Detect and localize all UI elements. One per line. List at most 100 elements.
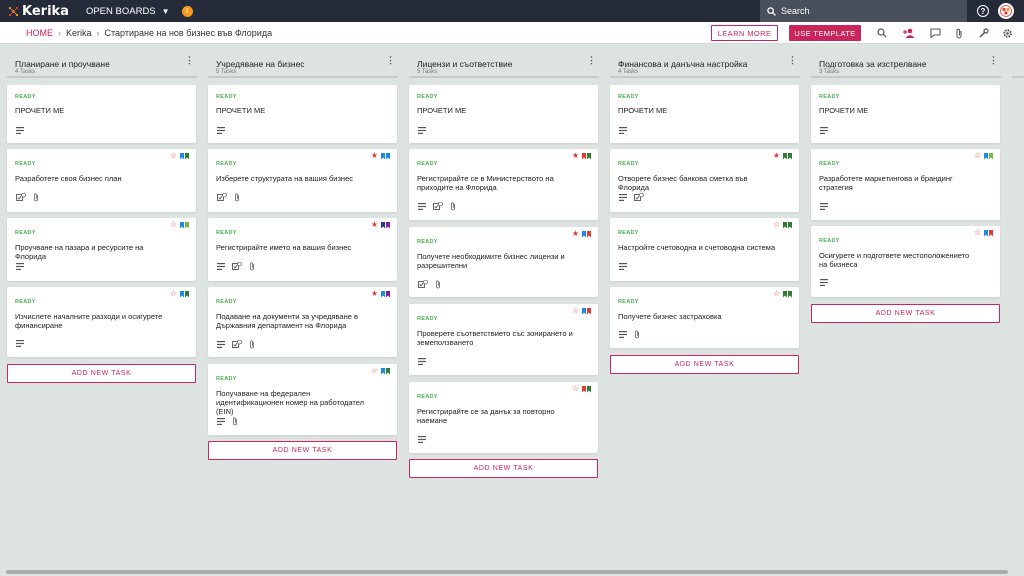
bookmark-icon: [185, 221, 189, 229]
star-outline-icon[interactable]: ☆: [170, 290, 177, 298]
avatar[interactable]: [998, 3, 1014, 19]
add-new-task-button[interactable]: ADD NEW TASK: [208, 441, 397, 460]
more-vertical-icon[interactable]: ⋮: [185, 56, 194, 65]
search-box[interactable]: Search: [760, 0, 967, 22]
add-new-task-button[interactable]: ADD NEW TASK: [610, 355, 799, 374]
star-outline-icon[interactable]: ☆: [572, 385, 579, 393]
task-card[interactable]: ☆ READY Осигурете и подгответе местополо…: [811, 226, 1000, 297]
card-flags: ★: [371, 221, 390, 229]
task-card[interactable]: ★ READY Регистрирайте името на вашия биз…: [208, 218, 397, 281]
star-outline-icon[interactable]: ☆: [371, 367, 378, 375]
card-flags: ☆: [170, 221, 189, 229]
breadcrumb-org[interactable]: Kerika: [66, 28, 92, 38]
task-card[interactable]: ★ READY Подаване на документи за учредяв…: [208, 287, 397, 357]
attachment-icon: [450, 202, 456, 211]
card-icons: [820, 279, 835, 286]
column-partial: [1012, 44, 1024, 78]
column-incorporation: Учредяване на бизнес 5 Tasks ⋮: [208, 44, 398, 78]
task-card[interactable]: ★ READY Регистрирайте се в Министерствот…: [409, 149, 598, 220]
star-outline-icon[interactable]: ☆: [974, 152, 981, 160]
task-card[interactable]: ☆ READY Получаване на федерален идентифи…: [208, 364, 397, 435]
learn-more-button[interactable]: LEARN MORE: [711, 25, 778, 41]
task-card[interactable]: ★ READY Изберете структурата на вашия би…: [208, 149, 397, 212]
task-card[interactable]: ★ READY Получете необходимите бизнес лиц…: [409, 227, 598, 297]
star-outline-icon[interactable]: ☆: [170, 221, 177, 229]
chevron-right-icon: ›: [96, 27, 100, 38]
task-title: ПРОЧЕТИ МЕ: [15, 106, 65, 115]
more-vertical-icon[interactable]: ⋮: [989, 56, 998, 65]
column-task-count: 4 Tasks: [15, 69, 36, 75]
task-card[interactable]: ☆ READY Регистрирайте се за данък за пов…: [409, 382, 598, 453]
bookmark-icon: [386, 221, 390, 229]
card-icons: [820, 127, 835, 134]
task-title: Регистрирайте името на вашия бизнес: [216, 243, 352, 252]
task-title: Разработете маркетингова и брандинг стра…: [819, 174, 953, 192]
bookmark-icon: [381, 367, 385, 375]
task-card[interactable]: READY ПРОЧЕТИ МЕ: [811, 85, 1000, 143]
star-outline-icon[interactable]: ☆: [170, 152, 177, 160]
status-badge: READY: [417, 239, 438, 245]
star-outline-icon[interactable]: ☆: [773, 290, 780, 298]
open-boards-menu[interactable]: OPEN BOARDS ▼: [86, 6, 170, 17]
task-card[interactable]: ☆ READY Проверете съответствието със зон…: [409, 304, 598, 375]
tools-icon[interactable]: [977, 27, 989, 39]
add-new-task-button[interactable]: ADD NEW TASK: [7, 364, 196, 383]
bookmark-icon: [783, 221, 787, 229]
status-badge: READY: [618, 161, 639, 167]
card-icons: [217, 262, 262, 271]
search-board-icon[interactable]: [876, 27, 888, 39]
description-icon: [619, 194, 627, 201]
add-person-icon[interactable]: [903, 27, 915, 39]
search-input[interactable]: Search: [781, 6, 810, 16]
task-card[interactable]: ☆ READY Настройте счетоводна и счетоводн…: [610, 218, 799, 281]
task-card[interactable]: READY ПРОЧЕТИ МЕ: [409, 85, 598, 143]
star-filled-icon[interactable]: ★: [371, 290, 378, 298]
add-new-task-button[interactable]: ADD NEW TASK: [811, 304, 1000, 323]
task-card[interactable]: READY ПРОЧЕТИ МЕ: [7, 85, 196, 143]
star-filled-icon[interactable]: ★: [572, 152, 579, 160]
use-template-button[interactable]: USE TEMPLATE: [789, 25, 861, 41]
description-icon: [619, 127, 627, 134]
task-card[interactable]: ☆ READY Проучване на пазара и ресурсите …: [7, 218, 196, 281]
attachment-icon: [33, 193, 39, 202]
attachment-icon: [249, 340, 255, 349]
star-outline-icon[interactable]: ☆: [773, 221, 780, 229]
star-filled-icon[interactable]: ★: [572, 230, 579, 238]
attachment-icon[interactable]: [953, 27, 965, 39]
card-icons: [217, 340, 262, 349]
status-badge: READY: [15, 299, 36, 305]
star-filled-icon[interactable]: ★: [371, 152, 378, 160]
star-outline-icon[interactable]: ☆: [974, 229, 981, 237]
bookmark-icon: [587, 230, 591, 238]
card-icons: [16, 193, 46, 202]
task-title: Получаване на федерален идентификационен…: [216, 389, 365, 416]
task-card[interactable]: READY ПРОЧЕТИ МЕ: [208, 85, 397, 143]
add-new-task-button[interactable]: ADD NEW TASK: [409, 459, 598, 478]
open-boards-label: OPEN BOARDS: [85, 5, 156, 17]
card-flags: ★: [371, 290, 390, 298]
star-filled-icon[interactable]: ★: [371, 221, 378, 229]
breadcrumb-home[interactable]: HOME: [26, 28, 53, 38]
more-vertical-icon[interactable]: ⋮: [587, 56, 596, 65]
task-card[interactable]: READY ПРОЧЕТИ МЕ: [610, 85, 799, 143]
star-filled-icon[interactable]: ★: [773, 152, 780, 160]
bookmark-icon: [582, 230, 586, 238]
more-vertical-icon[interactable]: ⋮: [788, 56, 797, 65]
help-icon[interactable]: ?: [977, 5, 989, 17]
horizontal-scrollbar[interactable]: [6, 570, 1008, 574]
task-title: Изберете структурата на вашия бизнес: [216, 174, 353, 183]
more-vertical-icon[interactable]: ⋮: [386, 56, 395, 65]
task-card[interactable]: ☆ READY Разработете маркетингова и бранд…: [811, 149, 1000, 220]
star-outline-icon[interactable]: ☆: [572, 307, 579, 315]
task-card[interactable]: ★ READY Отворете бизнес банкова сметка в…: [610, 149, 799, 212]
kerika-logo[interactable]: Kerika: [8, 4, 69, 19]
bookmark-icon: [180, 290, 184, 298]
card-icons: [217, 127, 232, 134]
chat-icon[interactable]: [929, 27, 941, 39]
status-badge: READY: [15, 161, 36, 167]
notification-icon[interactable]: !: [181, 5, 193, 17]
task-card[interactable]: ☆ READY Разработете своя бизнес план: [7, 149, 196, 212]
task-card[interactable]: ☆ READY Изчислете началните разходи и ос…: [7, 287, 196, 357]
task-card[interactable]: ☆ READY Получете бизнес застраховка: [610, 287, 799, 348]
settings-gear-icon[interactable]: [1001, 27, 1013, 39]
